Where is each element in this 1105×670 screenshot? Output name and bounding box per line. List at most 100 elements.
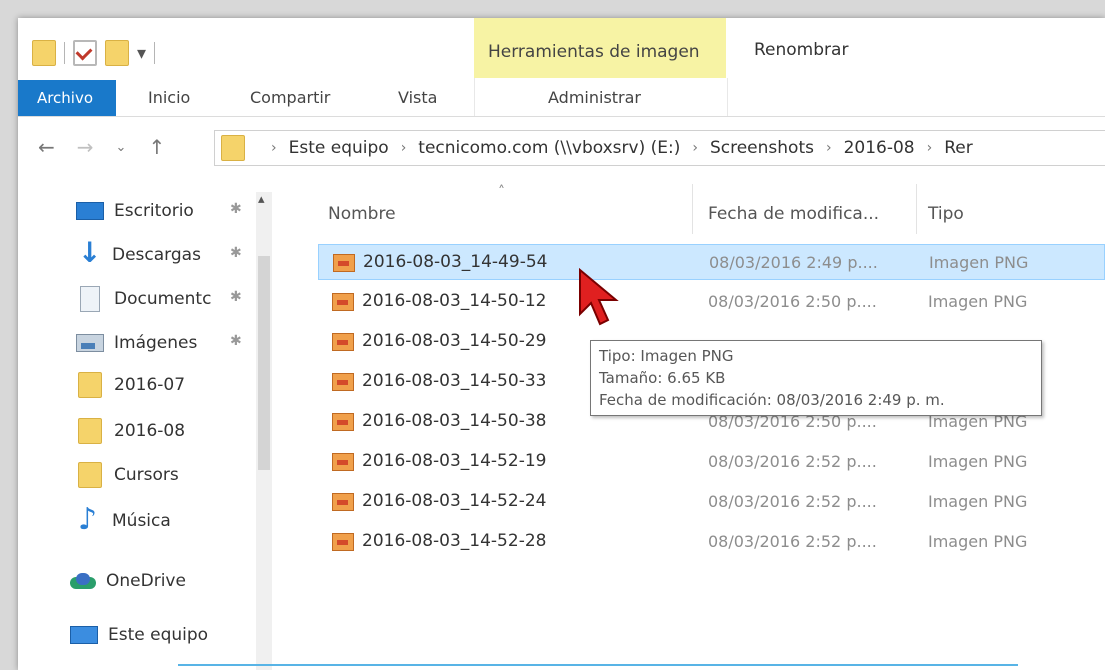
breadcrumb-separator-icon[interactable]: ›: [401, 140, 407, 156]
file-explorer-window: ▾ Herramientas de imagen Renombrar Archi…: [18, 18, 1105, 670]
sidebar-item-musica[interactable]: Música: [76, 502, 171, 537]
sidebar-item-label: Documentc: [114, 289, 212, 309]
file-name: 2016-08-03_14-50-38: [362, 411, 547, 431]
file-type: Imagen PNG: [928, 532, 1028, 551]
properties-icon[interactable]: [73, 40, 97, 66]
file-name: 2016-08-03_14-52-28: [362, 531, 547, 551]
sidebar-item-imagenes[interactable]: Imágenes: [76, 328, 197, 358]
tab-archivo[interactable]: Archivo: [18, 80, 116, 116]
file-date: 08/03/2016 2:52 p....: [708, 492, 877, 511]
this-pc-icon: [70, 626, 98, 644]
sidebar-item-documentos[interactable]: Documentc: [76, 284, 211, 314]
tooltip-type: Tipo: Imagen PNG: [599, 347, 734, 365]
tab-compartir[interactable]: Compartir: [250, 88, 330, 107]
png-image-icon: [332, 293, 354, 311]
sidebar-item-2016-07[interactable]: 2016-07: [76, 370, 185, 400]
quick-access-toolbar: ▾: [32, 38, 156, 68]
sidebar-item-descargas[interactable]: Descargas: [76, 236, 201, 270]
column-header-nombre[interactable]: Nombre: [328, 204, 396, 224]
context-tab-title: Herramientas de imagen: [488, 42, 700, 62]
sidebar-item-label: Este equipo: [108, 625, 209, 645]
file-name: 2016-08-03_14-50-33: [362, 371, 547, 391]
sidebar-item-onedrive[interactable]: OneDrive: [70, 566, 186, 596]
onedrive-icon: [70, 573, 96, 589]
column-header-fecha[interactable]: Fecha de modifica...: [708, 204, 879, 224]
status-strip: [178, 664, 1018, 670]
ribbon-divider: [18, 116, 1105, 117]
file-type: Imagen PNG: [928, 492, 1028, 511]
folder-icon: [78, 462, 102, 488]
tooltip-modified: Fecha de modificación: 08/03/2016 2:49 p…: [599, 391, 945, 409]
file-row[interactable]: 2016-08-03_14-52-28 08/03/2016 2:52 p...…: [318, 524, 1105, 560]
toolbar-divider: [154, 42, 156, 64]
column-divider[interactable]: [692, 184, 693, 234]
breadcrumb-drive[interactable]: tecnicomo.com (\\vboxsrv) (E:): [418, 138, 680, 158]
file-type: Imagen PNG: [928, 292, 1028, 311]
file-type: Imagen PNG: [929, 253, 1029, 272]
png-image-icon: [332, 413, 354, 431]
breadcrumb-separator-icon[interactable]: ›: [692, 140, 698, 156]
desktop-icon: [76, 202, 104, 220]
sidebar-item-este-equipo[interactable]: Este equipo: [70, 620, 208, 650]
pin-icon: ✱: [230, 245, 242, 261]
sidebar-item-label: Descargas: [112, 245, 201, 265]
sidebar-item-escritorio[interactable]: Escritorio: [76, 196, 194, 226]
file-name: 2016-08-03_14-52-24: [362, 491, 547, 511]
png-image-icon: [333, 254, 355, 272]
up-arrow-icon[interactable]: ↑: [148, 135, 165, 159]
file-date: 08/03/2016 2:50 p....: [708, 292, 877, 311]
png-image-icon: [332, 493, 354, 511]
png-image-icon: [332, 373, 354, 391]
sidebar-scrollbar-thumb[interactable]: [258, 256, 270, 470]
png-image-icon: [332, 533, 354, 551]
tab-administrar[interactable]: Administrar: [548, 88, 641, 107]
music-icon: [76, 502, 102, 537]
column-divider[interactable]: [916, 184, 917, 234]
sidebar-item-label: Música: [112, 511, 171, 531]
column-header-tipo[interactable]: Tipo: [928, 204, 964, 224]
tab-inicio[interactable]: Inicio: [148, 88, 190, 107]
breadcrumb-separator-icon[interactable]: ›: [271, 140, 277, 156]
recent-locations-chevron-icon[interactable]: ⌄: [116, 140, 127, 155]
navigation-buttons: ← → ⌄ ↑: [38, 130, 165, 164]
download-icon: [76, 236, 102, 269]
breadcrumb-separator-icon[interactable]: ›: [826, 140, 832, 156]
pictures-icon: [76, 334, 104, 352]
file-name: 2016-08-03_14-52-19: [362, 451, 547, 471]
file-name: 2016-08-03_14-49-54: [363, 252, 548, 272]
address-bar[interactable]: › Este equipo › tecnicomo.com (\\vboxsrv…: [214, 130, 1105, 166]
file-row[interactable]: 2016-08-03_14-50-12 08/03/2016 2:50 p...…: [318, 284, 1105, 320]
breadcrumb-truncated[interactable]: Rer: [944, 138, 973, 158]
mouse-cursor-icon: [579, 268, 619, 326]
pin-icon: ✱: [230, 289, 242, 305]
breadcrumb-2016-08[interactable]: 2016-08: [844, 138, 915, 158]
file-date: 08/03/2016 2:52 p....: [708, 452, 877, 471]
breadcrumb-screenshots[interactable]: Screenshots: [710, 138, 814, 158]
file-row-selected[interactable]: 2016-08-03_14-49-54 08/03/2016 2:49 p...…: [318, 244, 1105, 280]
file-row[interactable]: 2016-08-03_14-52-19 08/03/2016 2:52 p...…: [318, 444, 1105, 480]
breadcrumb-este-equipo[interactable]: Este equipo: [289, 138, 389, 158]
sidebar-item-label: 2016-07: [114, 375, 186, 395]
customize-toolbar-dropdown-icon[interactable]: ▾: [137, 43, 146, 64]
tab-vista[interactable]: Vista: [398, 88, 437, 107]
sidebar-item-cursors[interactable]: Cursors: [76, 460, 179, 490]
folder-icon[interactable]: [32, 40, 56, 66]
sidebar-item-2016-08[interactable]: 2016-08: [76, 416, 185, 446]
file-info-tooltip: Tipo: Imagen PNG Tamaño: 6.65 KB Fecha d…: [590, 340, 1042, 416]
new-folder-icon[interactable]: [105, 40, 129, 66]
file-name: 2016-08-03_14-50-12: [362, 291, 547, 311]
scroll-up-arrow-icon[interactable]: ▴: [258, 192, 265, 207]
png-image-icon: [332, 333, 354, 351]
tab-renombrar[interactable]: Renombrar: [754, 40, 848, 60]
sidebar-item-label: Imágenes: [114, 333, 198, 353]
forward-arrow-icon[interactable]: →: [77, 135, 94, 159]
folder-icon: [78, 418, 102, 444]
sort-ascending-icon: ˄: [498, 184, 505, 200]
breadcrumb-separator-icon[interactable]: ›: [927, 140, 933, 156]
ribbon-tabs: Archivo Inicio Compartir Vista Administr…: [18, 80, 1105, 116]
back-arrow-icon[interactable]: ←: [38, 135, 55, 159]
pin-icon: ✱: [230, 333, 242, 349]
file-row[interactable]: 2016-08-03_14-52-24 08/03/2016 2:52 p...…: [318, 484, 1105, 520]
file-date: 08/03/2016 2:49 p....: [709, 253, 878, 272]
sidebar-item-label: Escritorio: [114, 201, 194, 221]
